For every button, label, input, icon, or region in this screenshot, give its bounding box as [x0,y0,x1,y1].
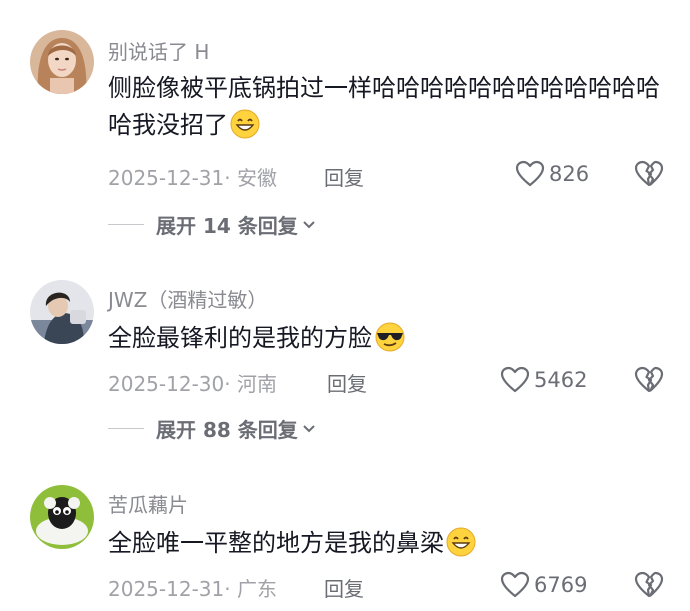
dislike-button[interactable] [634,571,664,603]
reply-button[interactable]: 回复 [327,368,367,397]
reply-button[interactable]: 回复 [324,573,364,602]
heart-outline-icon [515,160,545,187]
comment-meta: 2025-12-30· 河南 [108,372,277,396]
comment-meta: 2025-12-31· 广东 [108,577,277,601]
expand-replies-button[interactable]: 展开 88 条回复 [108,414,316,443]
like-button[interactable]: 6769 [500,571,587,599]
comment-text: 全脸最锋利的是我的方脸 [108,320,668,363]
reply-button[interactable]: 回复 [324,162,364,191]
comment-text-body: 全脸最锋利的是我的方脸 [108,324,372,352]
broken-heart-icon [634,366,664,393]
expand-replies-button[interactable]: 展开 14 条回复 [108,210,316,239]
comment-item: 别说话了 H 侧脸像被平底锅拍过一样哈哈哈哈哈哈哈哈哈哈哈哈哈我没招了 2025… [0,0,690,250]
expand-replies-label: 展开 88 条回复 [156,418,298,442]
sunglasses-emoji [374,322,406,363]
broken-heart-icon [634,571,664,598]
comment-item: 苦瓜藕片 全脸唯一平整的地方是我的鼻梁 2025-12-31· 广东 回复 67… [0,455,690,611]
like-count: 6769 [534,573,588,597]
dislike-button[interactable] [634,366,664,398]
username[interactable]: 别说话了 H [108,36,209,65]
expand-replies-label: 展开 14 条回复 [156,214,298,238]
comment-item: JWZ（酒精过敏） 全脸最锋利的是我的方脸 2025-12-30· 河南 回复 … [0,250,690,450]
heart-outline-icon [500,366,530,393]
comment-text-body: 全脸唯一平整的地方是我的鼻梁 [108,529,444,557]
avatar[interactable] [30,485,94,549]
avatar[interactable] [30,280,94,344]
comment-meta: 2025-12-31· 安徽 [108,166,277,190]
avatar[interactable] [30,30,94,94]
grin-emoji [446,527,476,568]
username[interactable]: JWZ（酒精过敏） [108,284,267,313]
like-button[interactable]: 826 [515,160,589,188]
like-count: 826 [549,162,590,186]
like-count: 5462 [534,368,588,392]
like-button[interactable]: 5462 [500,366,587,394]
divider-line [108,224,144,225]
comment-text-body: 侧脸像被平底锅拍过一样哈哈哈哈哈哈哈哈哈哈哈哈哈我没招了 [108,74,660,139]
divider-line [108,428,144,429]
dislike-button[interactable] [634,160,664,192]
heart-outline-icon [500,571,530,598]
comment-text: 全脸唯一平整的地方是我的鼻梁 [108,525,668,568]
chevron-down-icon [303,220,315,228]
grin-emoji [230,109,260,150]
chevron-down-icon [303,424,315,432]
broken-heart-icon [634,160,664,187]
username[interactable]: 苦瓜藕片 [108,489,188,518]
comment-text: 侧脸像被平底锅拍过一样哈哈哈哈哈哈哈哈哈哈哈哈哈我没招了 [108,70,668,150]
